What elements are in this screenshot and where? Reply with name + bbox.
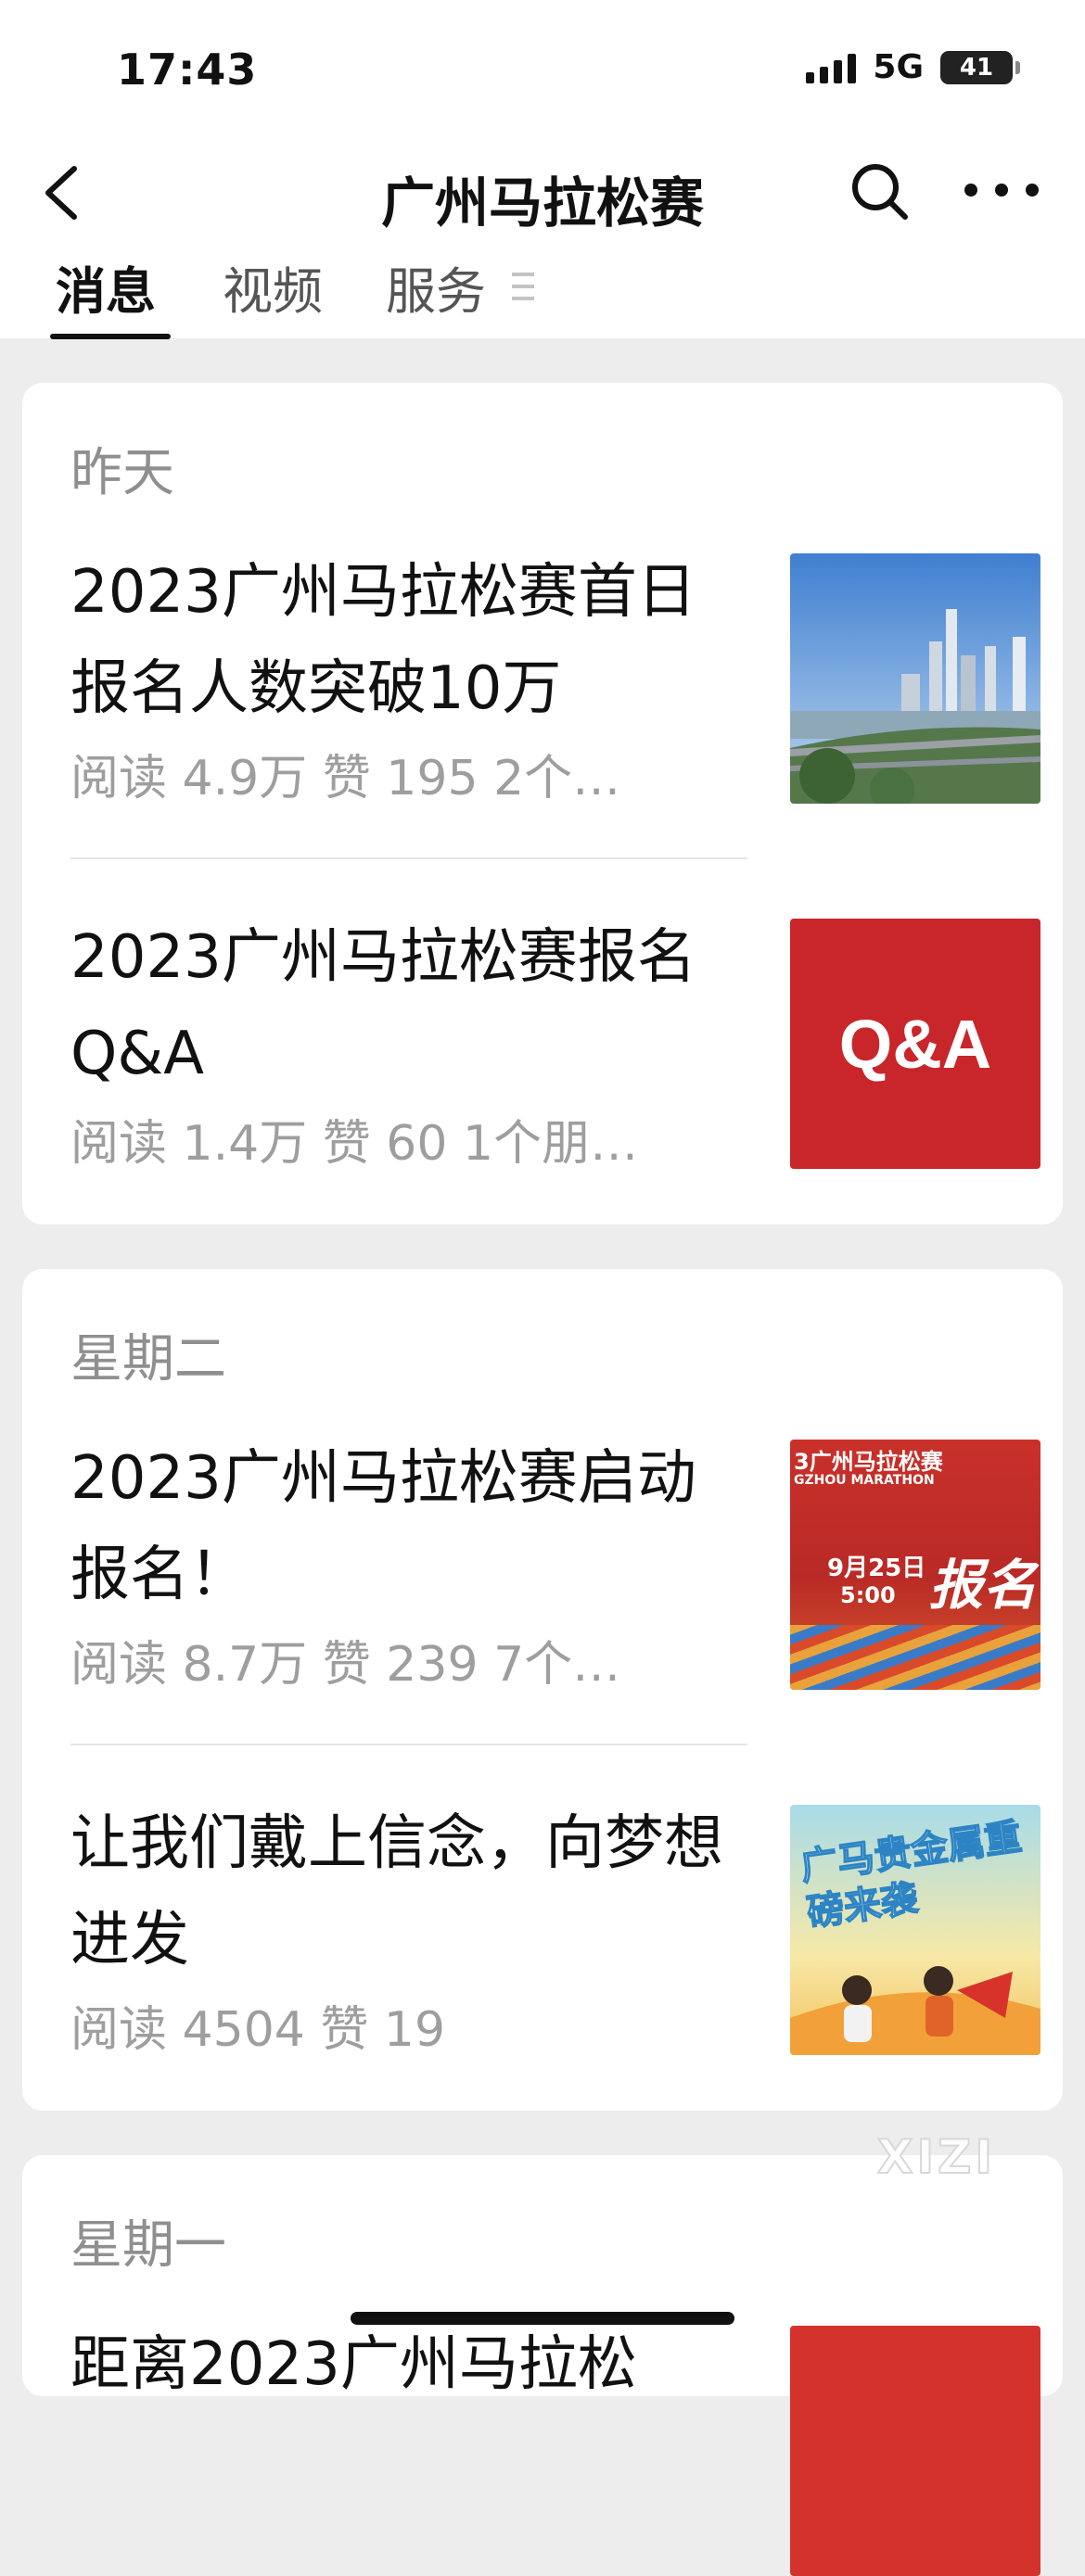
network-label: 5G <box>873 48 924 86</box>
article-item[interactable]: 2023广州马拉松赛报名Q&A 阅读 1.4万 赞 60 1个朋… Q&A <box>70 909 1040 1172</box>
thumbnail-subtitle: GZHOU MARATHON <box>794 1473 935 1488</box>
thumbnail-big-text: 报名 <box>929 1554 1038 1617</box>
status-icons: 5G 41 <box>806 48 1020 86</box>
article-title: 让我们戴上信念，向梦想进发 <box>70 1809 723 1974</box>
tab-bar: 消息 视频 服务 <box>0 250 1085 339</box>
page-title: 广州马拉松赛 <box>380 171 704 235</box>
message-group-card: 星期二 2023广州马拉松赛启动报名！ 阅读 8.7万 赞 239 7个… 3广… <box>22 1269 1063 2111</box>
battery-icon: 41 <box>940 50 1020 84</box>
divider <box>70 1744 747 1745</box>
article-thumbnail: 广马贵金属重磅来袭 <box>790 1805 1040 2055</box>
article-item[interactable]: 2023广州马拉松赛首日报名人数突破10万 阅读 4.9万 赞 195 2个… <box>70 544 1040 806</box>
signal-icon <box>806 52 857 83</box>
thumbnail-date: 9月25日 <box>827 1554 926 1582</box>
menu-icon[interactable] <box>512 273 534 300</box>
top-bar: 17:43 5G 41 广州马拉松赛 消息 视频 服务 <box>0 0 1085 339</box>
article-meta: 阅读 8.7万 赞 239 7个… <box>70 1637 621 1693</box>
thumbnail-title: 3广州马拉松赛 <box>794 1449 943 1475</box>
search-icon[interactable] <box>848 159 913 224</box>
message-group-card: 昨天 2023广州马拉松赛首日报名人数突破10万 阅读 4.9万 赞 195 2… <box>22 383 1063 1225</box>
article-title: 2023广州马拉松赛报名Q&A <box>70 923 696 1088</box>
article-item[interactable]: 2023广州马拉松赛启动报名！ 阅读 8.7万 赞 239 7个… 3广州马拉松… <box>70 1430 1040 1693</box>
article-item[interactable]: 距离2023广州马拉松 <box>70 2316 1040 2576</box>
thumbnail-stripes <box>790 1625 1040 1690</box>
article-meta: 阅读 1.4万 赞 60 1个朋… <box>70 1116 639 1172</box>
day-label: 昨天 <box>70 443 174 503</box>
article-thumbnail: 3广州马拉松赛 GZHOU MARATHON 9月25日 5:00 报名 <box>790 1440 1040 1690</box>
thumbnail-text: Q&A <box>838 1005 992 1083</box>
article-item[interactable]: 让我们戴上信念，向梦想进发 阅读 4504 赞 19 广马贵金属重磅来袭 <box>70 1796 1040 2058</box>
article-title: 距离2023广州马拉松 <box>70 2330 637 2399</box>
article-thumbnail <box>790 553 1040 804</box>
active-tab-indicator <box>50 334 171 339</box>
article-title: 2023广州马拉松赛首日报名人数突破10万 <box>70 558 696 723</box>
article-meta: 阅读 4504 赞 19 <box>70 2002 446 2058</box>
tab-videos[interactable]: 视频 <box>223 250 323 324</box>
thumbnail-text: 广马贵金属重磅来袭 <box>798 1815 1026 1935</box>
tab-services[interactable]: 服务 <box>386 250 486 324</box>
watermark: XIZI <box>876 2129 997 2185</box>
article-thumbnail: Q&A <box>790 919 1040 1169</box>
message-group-card: 星期一 距离2023广州马拉松 <box>22 2155 1063 2576</box>
tab-messages[interactable]: 消息 <box>56 250 156 324</box>
status-time: 17:43 <box>117 44 258 95</box>
thumbnail-time: 5:00 <box>840 1582 896 1608</box>
divider <box>70 857 747 859</box>
day-label: 星期一 <box>70 2215 226 2276</box>
article-thumbnail <box>790 2326 1040 2576</box>
more-icon[interactable] <box>964 167 1039 213</box>
day-label: 星期二 <box>70 1329 226 1390</box>
home-indicator <box>351 2312 734 2325</box>
article-meta: 阅读 4.9万 赞 195 2个… <box>70 751 621 806</box>
article-title: 2023广州马拉松赛启动报名！ <box>70 1444 696 1609</box>
